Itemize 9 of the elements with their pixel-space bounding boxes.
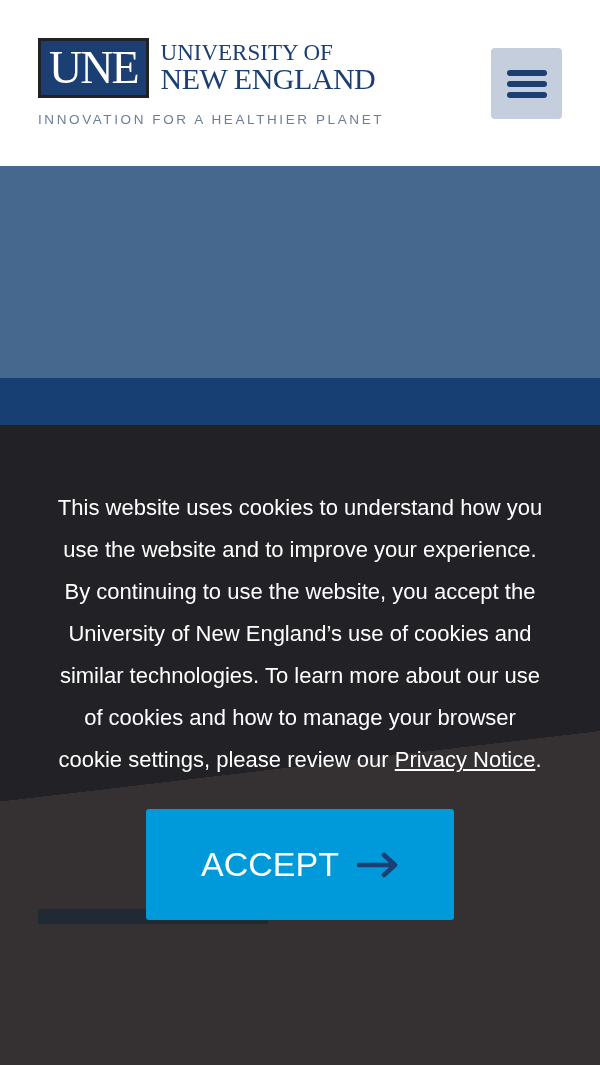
privacy-notice-link[interactable]: Privacy Notice [394,747,536,772]
menu-icon [506,68,547,99]
logo-name: NEW ENGLAND [160,64,376,94]
cookie-message: This website uses cookies to understand how you use the website and to improve your experience. By continuing to use the website, you accept the University of New England’s use of cookies and similar technologies. To learn more about our use of cookies and how to manage your browser cookie settings, please review our Privacy Notice. [56,494,544,774]
logo-name: UNIVERSITY OF [160,42,334,64]
logo-mark: UNE [38,38,149,98]
arrow-right-icon [356,851,399,878]
menu-button[interactable] [491,48,562,119]
logo-tagline: INNOVATION FOR A HEALTHIER PLANET [38,112,385,127]
